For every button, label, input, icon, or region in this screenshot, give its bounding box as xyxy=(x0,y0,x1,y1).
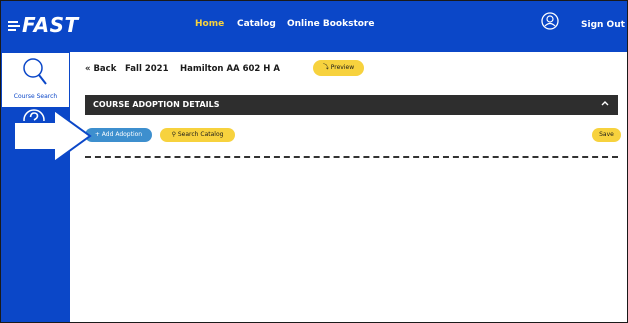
sidebar-item-course-search[interactable]: Course Search xyxy=(2,53,69,107)
search-icon xyxy=(23,58,47,85)
annotation-arrow-icon xyxy=(13,108,92,164)
app-frame: FAST Home Catalog Online Bookstore Sign … xyxy=(0,0,628,323)
save-button[interactable]: Save xyxy=(592,128,621,142)
user-circle-icon[interactable] xyxy=(541,12,559,30)
logo-lines-icon xyxy=(8,19,20,31)
nav-home-link[interactable]: Home xyxy=(195,19,224,29)
back-link[interactable]: « Back xyxy=(85,64,116,74)
term-label: Fall 2021 xyxy=(125,64,169,74)
nav-catalog-link[interactable]: Catalog xyxy=(237,19,276,29)
search-catalog-label: Search Catalog xyxy=(177,131,224,138)
top-navigation: FAST Home Catalog Online Bookstore Sign … xyxy=(1,1,627,52)
sidebar: Course Search xyxy=(1,52,70,322)
preview-button[interactable]: ⤵ Preview xyxy=(313,60,364,76)
main-content: « Back Fall 2021 Hamilton AA 602 H A ⤵ P… xyxy=(70,52,627,322)
sidebar-item-label: Course Search xyxy=(13,93,58,100)
search-catalog-button[interactable]: ⚲ Search Catalog xyxy=(160,128,235,142)
section-title: COURSE ADOPTION DETAILS xyxy=(93,100,220,109)
add-adoption-button[interactable]: + Add Adoption xyxy=(85,128,152,142)
chevron-up-icon[interactable] xyxy=(600,98,610,108)
sign-out-link[interactable]: Sign Out xyxy=(581,20,625,30)
fast-logo[interactable]: FAST xyxy=(8,12,79,38)
nav-online-bookstore-link[interactable]: Online Bookstore xyxy=(287,19,374,29)
course-label: Hamilton AA 602 H A xyxy=(180,64,280,74)
logo-text: FAST xyxy=(22,13,79,37)
divider xyxy=(85,156,618,158)
course-adoption-details-header[interactable]: COURSE ADOPTION DETAILS xyxy=(85,95,618,115)
